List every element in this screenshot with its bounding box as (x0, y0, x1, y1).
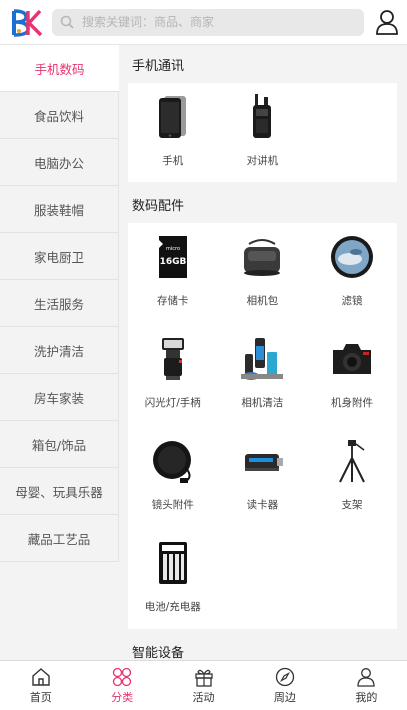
subcategory-memory-card[interactable]: micro 16GB 存储卡 (128, 234, 218, 336)
user-icon (357, 668, 375, 687)
sidebar-item-baby-toys[interactable]: 母婴、玩具乐器 (0, 468, 119, 515)
camera-body-icon (329, 336, 375, 382)
sidebar-item-label: 电脑办公 (33, 155, 84, 171)
subcategory-walkie-talkie[interactable]: 对讲机 (218, 94, 308, 196)
subcategory-label: 对讲机 (246, 155, 279, 167)
bottom-tab-bar: 首页 分类 活动 周边 我的 (0, 660, 407, 710)
tab-activity[interactable]: 活动 (163, 661, 244, 710)
sidebar-item-label: 洗护清洁 (33, 343, 84, 359)
sidebar-item-label: 手机数码 (34, 61, 85, 77)
subcategory-label: 镜头附件 (151, 499, 194, 511)
subcategory-label: 滤镜 (341, 295, 363, 307)
lens-filter-icon (329, 234, 375, 280)
tab-label: 活动 (192, 691, 215, 704)
sidebar-item-appliances[interactable]: 家电厨卫 (0, 233, 119, 280)
tab-label: 首页 (29, 691, 52, 704)
card-reader-icon (239, 438, 285, 484)
sidebar-item-food-drink[interactable]: 食品饮料 (0, 92, 119, 139)
home-icon (32, 668, 50, 686)
category-page: 手机数码 食品饮料 电脑办公 服装鞋帽 家电厨卫 生活服务 洗护清洁 房车家装 … (0, 0, 407, 710)
subcategory-camera-cleaning[interactable]: 相机清洁 (218, 336, 308, 438)
subcategory-battery-charger[interactable]: 电池/充电器 (128, 540, 218, 642)
tab-label: 我的 (355, 691, 378, 704)
sidebar-item-mobile-digital[interactable]: 手机数码 (0, 45, 119, 92)
subcategory-label: 机身附件 (330, 397, 373, 409)
flash-icon (150, 336, 196, 382)
subcategory-phone[interactable]: 手机 (128, 94, 218, 196)
top-bar (0, 0, 407, 45)
tab-category[interactable]: 分类 (81, 661, 162, 710)
camera-bag-icon (239, 234, 285, 280)
camera-cleaning-kit-icon (239, 336, 285, 382)
section-title: 手机通讯 (132, 58, 185, 74)
subcategory-label: 支架 (341, 499, 363, 511)
search-bar[interactable] (52, 8, 364, 36)
subcategory-camera-body-accessory[interactable]: 机身附件 (307, 336, 397, 438)
tab-label: 分类 (111, 691, 134, 704)
app-logo[interactable] (6, 5, 46, 39)
battery-charger-icon (150, 540, 196, 586)
sidebar-item-life-services[interactable]: 生活服务 (0, 280, 119, 327)
memory-card-icon: micro 16GB (150, 234, 196, 280)
sidebar-item-bags-accessories[interactable]: 箱包/饰品 (0, 421, 119, 468)
subcategory-label: 存储卡 (157, 295, 189, 307)
walkie-talkie-icon (239, 94, 285, 140)
sidebar-item-clothing-shoes[interactable]: 服装鞋帽 (0, 186, 119, 233)
smartphone-icon (150, 94, 196, 140)
category-sidebar: 手机数码 食品饮料 电脑办公 服装鞋帽 家电厨卫 生活服务 洗护清洁 房车家装 … (0, 45, 119, 565)
sidebar-item-computer-office[interactable]: 电脑办公 (0, 139, 119, 186)
sidebar-item-label: 服装鞋帽 (33, 202, 84, 218)
gift-icon (194, 669, 213, 687)
subcategory-label: 手机 (162, 155, 184, 167)
lens-cap-icon (150, 438, 196, 484)
subcategory-label: 读卡器 (246, 499, 279, 511)
tab-mine[interactable]: 我的 (326, 661, 407, 710)
subcategory-lens-filter[interactable]: 滤镜 (307, 234, 397, 336)
svg-text:micro: micro (166, 246, 180, 252)
subcategory-grid: micro 16GB 存储卡 相机包 滤镜 闪光灯/手柄 相机清洁 机身附件 镜… (128, 223, 397, 629)
user-icon (376, 10, 398, 35)
subcategory-card-reader[interactable]: 读卡器 (218, 438, 308, 540)
subcategory-grid: 手机 对讲机 (128, 83, 397, 182)
sidebar-item-label: 家电厨卫 (33, 249, 84, 265)
sidebar-item-label: 藏品工艺品 (27, 531, 91, 547)
sidebar-item-label: 箱包/饰品 (31, 437, 87, 453)
sidebar-item-label: 母婴、玩具乐器 (15, 484, 103, 500)
sidebar-item-label: 生活服务 (33, 296, 84, 312)
subcategory-tripod[interactable]: 支架 (307, 438, 397, 540)
category-content: 手机通讯 手机 对讲机 数码配件 micro 16GB 存储卡 相机包 滤镜 闪… (119, 45, 407, 660)
subcategory-label: 电池/充电器 (144, 601, 201, 613)
sidebar-item-label: 房车家装 (33, 390, 84, 406)
subcategory-label: 闪光灯/手柄 (144, 397, 201, 409)
search-input[interactable] (82, 15, 342, 29)
tab-home[interactable]: 首页 (0, 661, 81, 710)
svg-text:16GB: 16GB (159, 257, 186, 267)
subcategory-label: 相机清洁 (241, 397, 284, 409)
subcategory-label: 相机包 (246, 295, 279, 307)
sidebar-item-collectibles[interactable]: 藏品工艺品 (0, 515, 119, 562)
category-icon (112, 667, 132, 687)
sidebar-item-cleaning[interactable]: 洗护清洁 (0, 327, 119, 374)
sidebar-item-car-home[interactable]: 房车家装 (0, 374, 119, 421)
tab-nearby[interactable]: 周边 (244, 661, 325, 710)
subcategory-camera-bag[interactable]: 相机包 (218, 234, 308, 336)
compass-icon (275, 667, 295, 687)
search-icon (60, 15, 74, 29)
subcategory-lens-accessory[interactable]: 镜头附件 (128, 438, 218, 540)
user-profile-button[interactable] (375, 9, 399, 35)
tab-label: 周边 (273, 691, 296, 704)
subcategory-flash[interactable]: 闪光灯/手柄 (128, 336, 218, 438)
tripod-icon (329, 438, 375, 484)
sidebar-item-label: 食品饮料 (33, 108, 84, 124)
